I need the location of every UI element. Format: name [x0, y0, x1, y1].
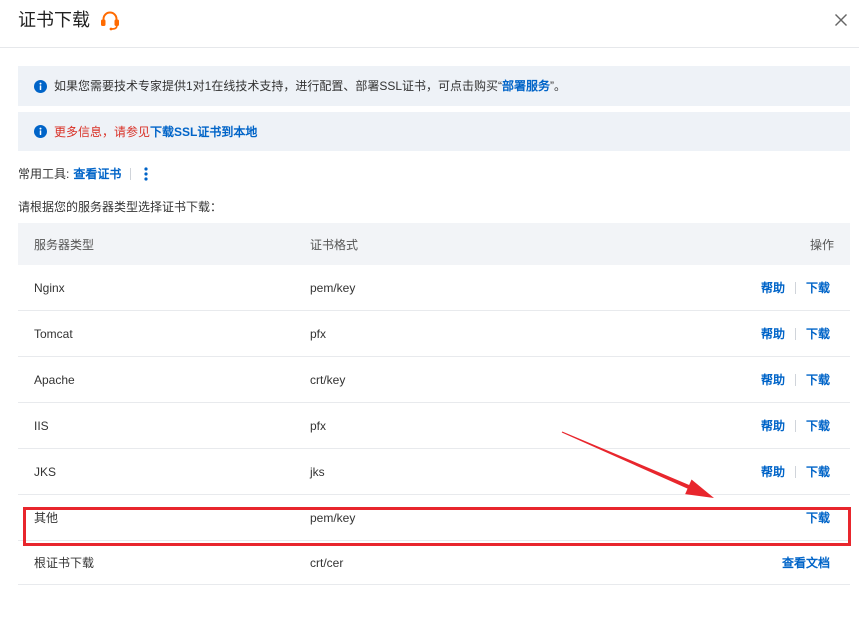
action-separator: [794, 419, 796, 432]
download-ssl-guide-link[interactable]: 下载SSL证书到本地: [150, 124, 257, 140]
cert-format-cell: pfx: [310, 326, 327, 341]
cert-format-cell: crt/cer: [310, 555, 344, 570]
support-service-notice: 如果您需要技术专家提供1对1在线技术支持，进行配置、部署SSL证书，可点击购买“…: [18, 66, 850, 106]
help-link[interactable]: 帮助: [761, 417, 785, 434]
cert-format-cell: pfx: [310, 418, 327, 433]
more-vertical-icon[interactable]: [142, 166, 150, 182]
actions-cell: 帮助 下载: [610, 463, 850, 480]
server-type-cell: 其他: [34, 511, 59, 525]
notice-text: 如果您需要技术专家提供1对1在线技术支持，进行配置、部署SSL证书，可点击购买“: [54, 79, 503, 93]
help-link[interactable]: 帮助: [761, 371, 785, 388]
more-info-notice: 更多信息，请参见 下载SSL证书到本地: [18, 112, 850, 151]
help-link[interactable]: 帮助: [761, 279, 785, 296]
common-tools: 常用工具: 查看证书: [18, 166, 150, 182]
view-docs-link[interactable]: 查看文档: [782, 554, 830, 571]
cert-format-cell: crt/key: [310, 372, 346, 387]
dialog-title: 证书下载: [18, 10, 90, 30]
info-icon: [34, 125, 47, 138]
download-link[interactable]: 下载: [806, 417, 830, 434]
header-server-type: 服务器类型: [34, 237, 95, 252]
help-link[interactable]: 帮助: [761, 325, 785, 342]
action-separator: [794, 373, 796, 386]
table-row-iis: IIS pfx 帮助 下载: [18, 403, 850, 449]
action-separator: [794, 281, 796, 294]
table-header: 服务器类型 证书格式 操作: [18, 223, 850, 265]
header-actions: 操作: [809, 237, 834, 252]
table-row-other: 其他 pem/key 下载: [18, 495, 850, 541]
notice-text-end: ”。: [550, 79, 567, 93]
download-link[interactable]: 下载: [806, 463, 830, 480]
cert-format-cell: pem/key: [310, 510, 356, 525]
tools-separator: [130, 168, 132, 180]
action-separator: [794, 327, 796, 340]
help-link[interactable]: 帮助: [761, 463, 785, 480]
download-link[interactable]: 下载: [806, 279, 830, 296]
table-row-jks: JKS jks 帮助 下载: [18, 449, 850, 495]
table-row-nginx: Nginx pem/key 帮助 下载: [18, 265, 850, 311]
server-type-cell: IIS: [34, 418, 49, 433]
table-row-tomcat: Tomcat pfx 帮助 下载: [18, 311, 850, 357]
actions-cell: 帮助 下载: [610, 417, 850, 434]
view-certificate-link[interactable]: 查看证书: [73, 166, 121, 182]
action-separator: [794, 465, 796, 478]
download-link[interactable]: 下载: [806, 371, 830, 388]
info-icon: [34, 79, 47, 93]
download-instruction: 请根据您的服务器类型选择证书下载：: [18, 200, 223, 214]
header-cert-format: 证书格式: [310, 237, 359, 252]
close-icon[interactable]: [834, 13, 848, 27]
actions-cell: 下载: [610, 509, 850, 526]
actions-cell: 查看文档: [610, 554, 850, 571]
actions-cell: 帮助 下载: [610, 279, 850, 296]
table-row-apache: Apache crt/key 帮助 下载: [18, 357, 850, 403]
download-link[interactable]: 下载: [806, 325, 830, 342]
dialog-header: 证书下载: [0, 0, 859, 48]
headset-icon[interactable]: [99, 9, 121, 31]
more-info-text: 更多信息，请参见: [54, 124, 151, 139]
actions-cell: 帮助 下载: [610, 325, 850, 342]
cert-format-cell: jks: [310, 464, 325, 479]
table-row-root-certificate: 根证书下载 crt/cer 查看文档: [18, 541, 850, 585]
server-type-cell: Tomcat: [34, 326, 73, 341]
cert-format-cell: pem/key: [310, 280, 356, 295]
certificate-download-dialog: 证书下载 如果您需要技术专家提供1对1在线技术支持，进行配置、部署SSL证书，可…: [0, 0, 859, 639]
server-type-cell: Nginx: [34, 280, 65, 295]
server-type-table: 服务器类型 证书格式 操作 Nginx pem/key 帮助 下载 Tomcat…: [18, 223, 850, 585]
common-tools-label: 常用工具:: [18, 167, 70, 181]
server-type-cell: 根证书下载: [34, 556, 95, 570]
server-type-cell: JKS: [34, 464, 57, 479]
actions-cell: 帮助 下载: [610, 371, 850, 388]
deploy-service-link[interactable]: 部署服务: [502, 78, 550, 94]
download-link[interactable]: 下载: [806, 509, 830, 526]
server-type-cell: Apache: [34, 372, 75, 387]
